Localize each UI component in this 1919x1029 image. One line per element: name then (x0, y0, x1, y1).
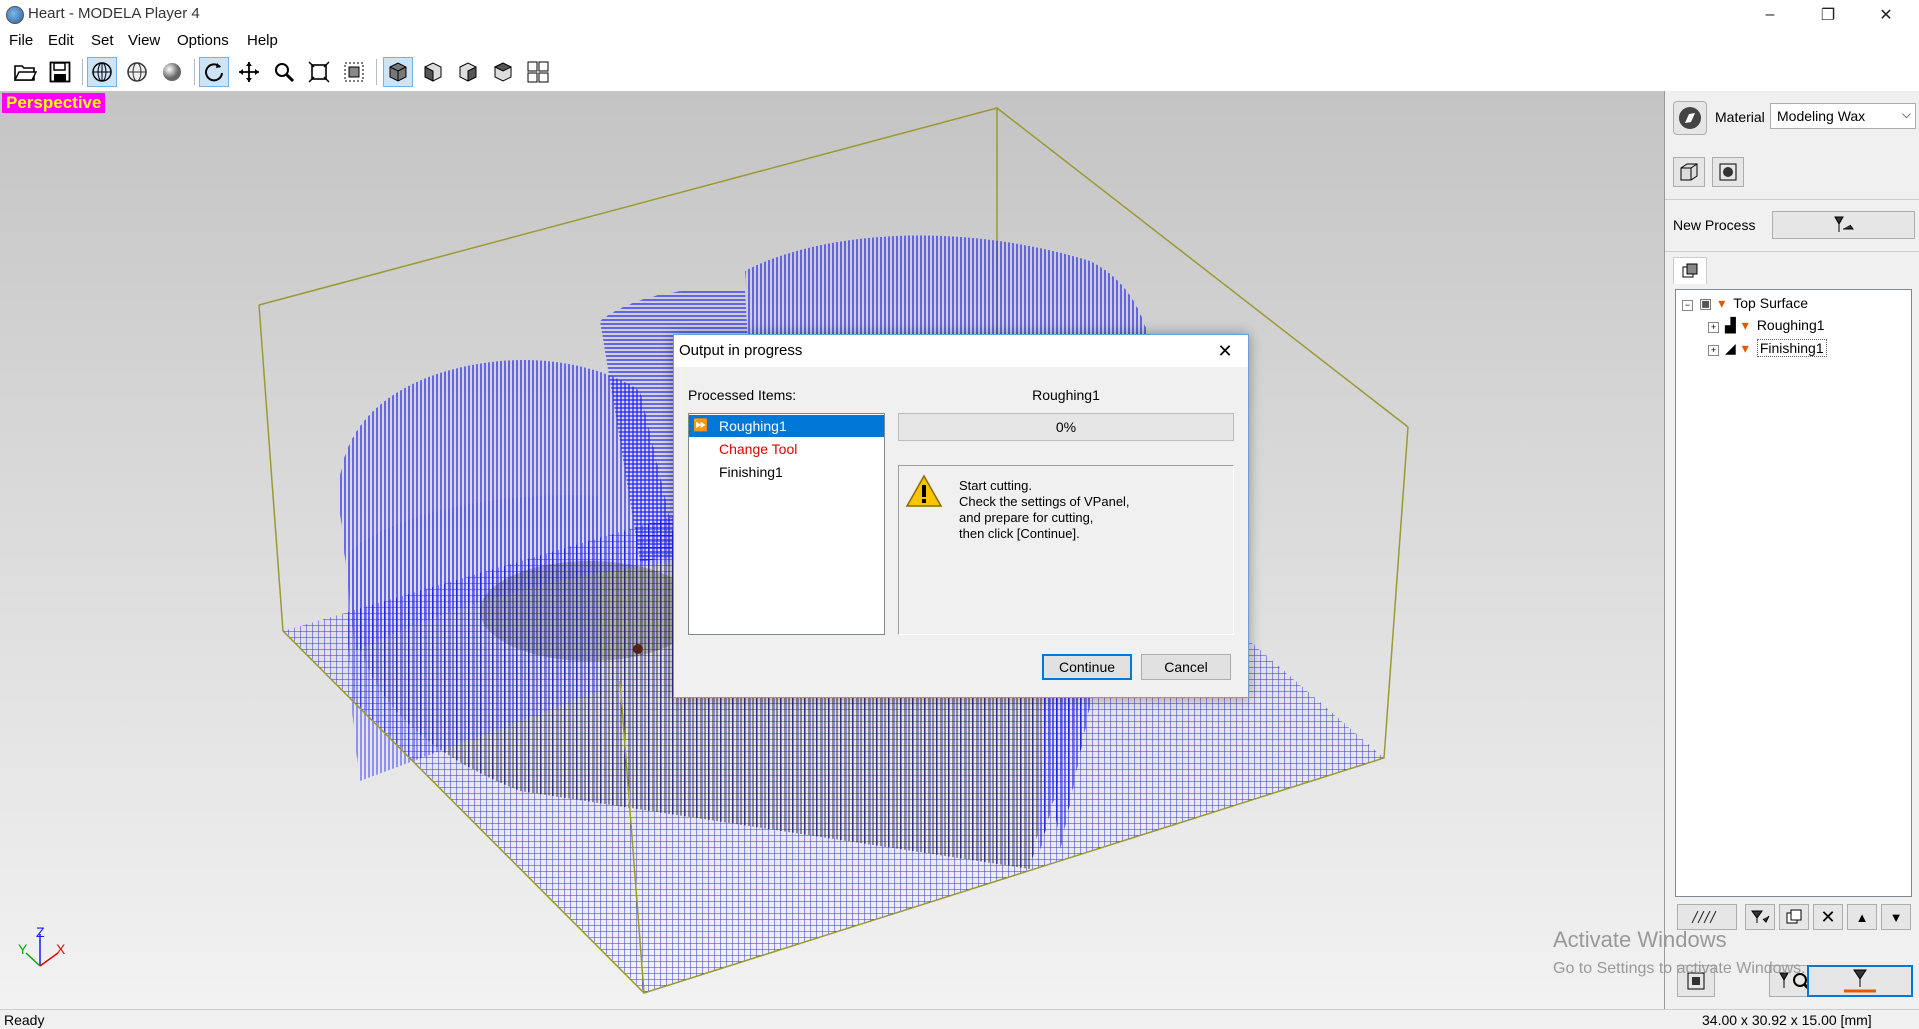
menu-help[interactable]: Help (247, 32, 278, 49)
output-progress-dialog: Output in progress ✕ Processed Items: ⏩ … (673, 334, 1249, 698)
move-down-icon[interactable]: ▼ (1881, 904, 1911, 930)
warning-icon (905, 474, 943, 512)
tree-root[interactable]: − ▣ ▾ Top Surface (1682, 295, 1808, 312)
cancel-button[interactable]: Cancel (1141, 654, 1231, 680)
new-process-button[interactable] (1772, 211, 1915, 239)
model-dimensions: 34.00 x 30.92 x 15.00 [mm] (1702, 1012, 1872, 1028)
axis-z-label: Z (36, 924, 45, 940)
right-panel: Material Modeling Wax ⌵ New Process − ▣ ▾ T… (1665, 91, 1919, 1009)
chevron-down-icon: ⌵ (1901, 107, 1911, 121)
surface-icon: ▣ (1699, 295, 1713, 311)
axis-x-label: X (56, 941, 66, 957)
model-base-icon[interactable] (1712, 157, 1744, 187)
close-button[interactable]: ✕ (1858, 0, 1914, 29)
dialog-title-bar: Output in progress ✕ (674, 335, 1248, 367)
status-bar: Ready 34.00 x 30.92 x 15.00 [mm] (0, 1009, 1919, 1029)
view-top-icon[interactable] (488, 57, 518, 87)
finishing-icon: ◢ (1725, 340, 1736, 356)
current-item-label: Roughing1 (1032, 387, 1100, 403)
rotate-icon[interactable] (199, 57, 229, 87)
copy-icon[interactable] (1779, 904, 1809, 930)
toolbar (0, 53, 1919, 92)
new-process-label: New Process (1673, 217, 1756, 233)
material-label: Material (1715, 109, 1765, 125)
material-select[interactable]: Modeling Wax ⌵ (1770, 103, 1916, 129)
tool-icon: ▾ (1741, 317, 1749, 333)
perspective-label: Perspective (2, 93, 106, 113)
list-item-finishing1[interactable]: Finishing1 (689, 461, 884, 483)
pan-icon[interactable] (234, 57, 264, 87)
tool-icon: ▾ (1741, 340, 1749, 356)
compass-icon[interactable] (1673, 101, 1707, 135)
view-four-icon[interactable] (523, 57, 553, 87)
delete-icon[interactable]: ✕ (1813, 904, 1843, 930)
window-title: Heart - MODELA Player 4 (28, 5, 200, 22)
view-front-icon[interactable] (418, 57, 448, 87)
cut-button[interactable] (1807, 965, 1913, 997)
menu-file[interactable]: File (9, 32, 33, 49)
menu-edit[interactable]: Edit (48, 32, 74, 49)
list-item-roughing1[interactable]: ⏩ Roughing1 (689, 415, 884, 437)
tool-icon: ▾ (1718, 295, 1726, 311)
progress-text: 0% (1055, 419, 1077, 435)
title-bar: Heart - MODELA Player 4 – ❐ ✕ (0, 0, 1919, 29)
menu-bar: File Edit Set View Options Help (0, 29, 1919, 53)
processed-items-label: Processed Items: (688, 387, 797, 403)
axis-y-label: Y (18, 941, 28, 957)
fit-all-icon[interactable] (304, 57, 334, 87)
list-item-change-tool[interactable]: Change Tool (689, 438, 884, 460)
zoom-icon[interactable] (269, 57, 299, 87)
move-up-icon[interactable]: ▲ (1847, 904, 1877, 930)
app-icon (6, 6, 24, 24)
menu-view[interactable]: View (128, 32, 160, 49)
model-import-icon[interactable] (1673, 157, 1705, 187)
wireframe-view-icon[interactable] (87, 57, 117, 87)
hidden-line-view-icon[interactable] (122, 57, 152, 87)
message-text: Start cutting. Check the settings of VPa… (959, 478, 1130, 541)
tool-settings-icon[interactable] (1745, 904, 1775, 930)
menu-set[interactable]: Set (91, 32, 114, 49)
activate-windows-title: Activate Windows (1553, 927, 1727, 952)
tab-process[interactable] (1673, 257, 1707, 284)
activate-windows-subtitle: Go to Settings to activate Windows. (1553, 960, 1806, 977)
tree-item-finishing1[interactable]: + ◢ ▾ Finishing1 (1708, 339, 1827, 357)
processed-items-list[interactable]: ⏩ Roughing1 Change Tool Finishing1 (688, 413, 885, 635)
progress-bar: 0% (898, 413, 1234, 441)
view-perspective-icon[interactable] (383, 57, 413, 87)
play-arrow-icon: ⏩ (693, 418, 708, 432)
tree-item-roughing1[interactable]: + ▟ ▾ Roughing1 (1708, 317, 1825, 334)
minimize-button[interactable]: – (1742, 0, 1798, 29)
open-icon[interactable] (10, 57, 40, 87)
view-right-icon[interactable] (453, 57, 483, 87)
material-value: Modeling Wax (1777, 108, 1866, 124)
zoom-window-icon[interactable] (339, 57, 369, 87)
save-icon[interactable] (45, 57, 75, 87)
maximize-button[interactable]: ❐ (1800, 0, 1856, 29)
process-tree[interactable]: − ▣ ▾ Top Surface + ▟ ▾ Roughing1 + ◢ ▾ Finishing… (1675, 289, 1912, 897)
status-text: Ready (4, 1012, 45, 1028)
continue-button[interactable]: Continue (1042, 654, 1132, 680)
shaded-view-icon[interactable] (157, 57, 187, 87)
dialog-close-icon[interactable]: ✕ (1209, 339, 1241, 363)
roughing-icon: ▟ (1725, 317, 1736, 333)
message-box: Start cutting. Check the settings of VPa… (898, 465, 1234, 635)
dialog-title: Output in progress (679, 342, 803, 359)
menu-options[interactable]: Options (177, 32, 229, 49)
